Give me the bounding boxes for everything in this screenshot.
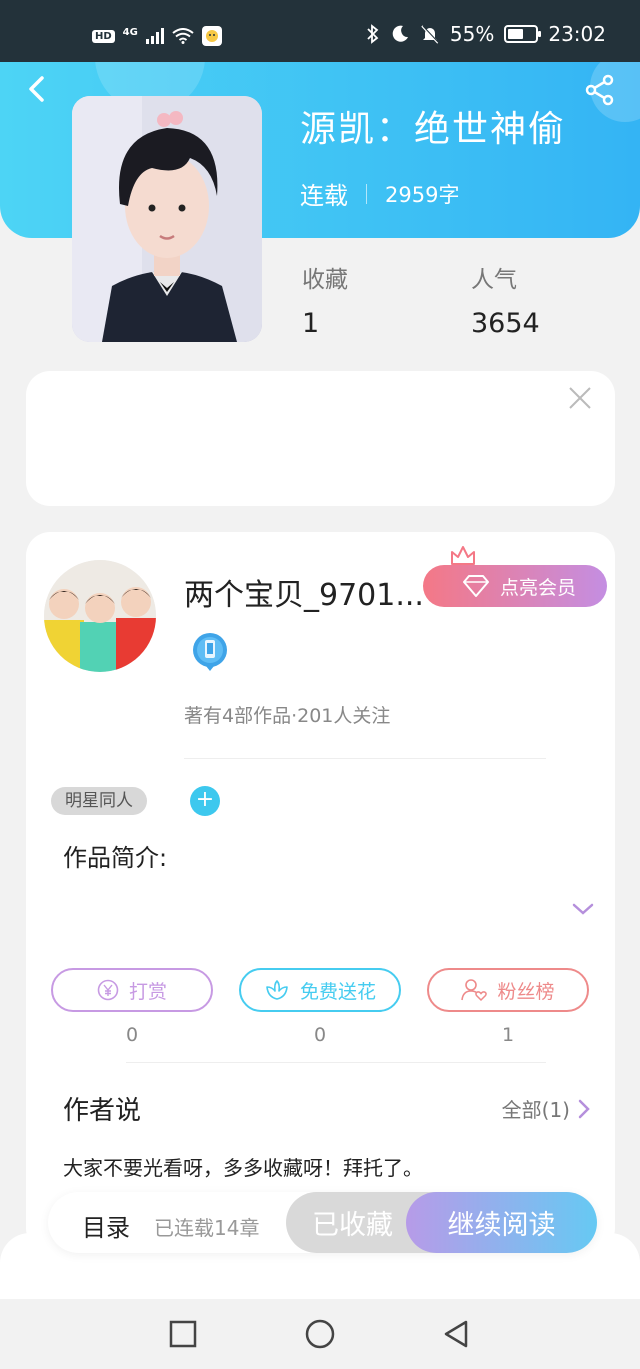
fan-ranking-button[interactable]: 粉丝榜	[427, 968, 589, 1012]
genre-tag[interactable]: 明星同人	[51, 787, 147, 815]
fan-ranking-label: 粉丝榜	[497, 980, 555, 1003]
avatar-illustration	[44, 560, 156, 672]
phone-badge-icon	[193, 633, 227, 671]
word-count: 2959字	[385, 182, 460, 207]
reward-button[interactable]: 打赏	[51, 968, 213, 1012]
flower-icon	[266, 980, 288, 1000]
mute-bell-icon	[421, 25, 440, 44]
cover-illustration	[72, 96, 262, 342]
app-notification-icon	[201, 26, 222, 46]
continue-reading-label: 继续阅读	[447, 1210, 556, 1241]
battery-fill	[508, 29, 523, 39]
ad-card	[26, 371, 615, 506]
network-label: 4G	[122, 26, 138, 38]
vip-button[interactable]: 点亮会员	[423, 565, 607, 607]
diamond-icon	[462, 575, 489, 597]
author-says-title: 作者说	[63, 1096, 142, 1126]
divider	[126, 1062, 546, 1063]
book-cover-image[interactable]	[72, 96, 262, 342]
battery-icon	[504, 25, 542, 43]
author-stats: 著有4部作品·201人关注	[184, 705, 391, 727]
favorites-label: 收藏	[302, 267, 348, 293]
chevron-down-icon[interactable]	[571, 900, 595, 918]
book-title: 源凯：绝世神偷	[300, 109, 567, 150]
favorites-stat: 收藏 1	[302, 260, 348, 339]
battery-percent: 55%	[449, 22, 495, 46]
toc-button[interactable]: 目录	[82, 1208, 130, 1243]
reward-count: 0	[125, 1024, 139, 1046]
send-flower-count: 0	[313, 1024, 327, 1046]
chevron-right-icon	[578, 1099, 590, 1118]
back-arrow-icon[interactable]	[20, 72, 54, 106]
favorites-value: 1	[302, 308, 320, 339]
system-nav-bar	[0, 1299, 640, 1369]
author-says-all-link[interactable]: 全部(1)	[502, 1094, 590, 1123]
divider	[184, 758, 546, 759]
status-bar: HD 4G 55% 23:02	[0, 0, 640, 62]
close-icon[interactable]	[567, 385, 593, 411]
popularity-stat: 人气 3654	[471, 260, 540, 339]
person-heart-icon	[461, 979, 488, 1002]
share-icon[interactable]	[584, 74, 616, 106]
reward-label: 打赏	[128, 980, 167, 1003]
status-right: 55% 23:02	[366, 22, 606, 46]
signal-icon	[145, 28, 164, 44]
back-triangle-icon[interactable]	[440, 1318, 472, 1350]
crown-icon	[451, 546, 475, 565]
recents-square-icon[interactable]	[167, 1318, 199, 1350]
intro-label: 作品简介:	[63, 844, 168, 872]
yen-coin-icon	[97, 979, 119, 1001]
all-label: 全部(1)	[501, 1098, 570, 1122]
status-left: HD 4G	[92, 26, 222, 46]
chapter-count: 已连载14章	[154, 1216, 260, 1240]
send-flower-label: 免费送花	[299, 980, 376, 1003]
popularity-label: 人气	[471, 267, 517, 293]
vip-label: 点亮会员	[499, 576, 576, 599]
book-status: 连载	[300, 182, 348, 210]
send-flower-button[interactable]: 免费送花	[239, 968, 401, 1012]
popularity-value: 3654	[471, 308, 540, 339]
add-tag-button[interactable]: +	[190, 786, 220, 816]
author-avatar[interactable]	[44, 560, 156, 672]
moon-icon	[392, 25, 408, 42]
meta-divider	[366, 183, 367, 204]
bluetooth-icon	[367, 24, 379, 44]
bottom-action-bar: 目录 已连载14章 已收藏 继续阅读	[48, 1192, 597, 1253]
details-card: 两个宝贝_9701... 点亮会员 著有4部作品·201人关注 明星同人 + 作…	[26, 532, 615, 1252]
author-name[interactable]: 两个宝贝_9701...	[184, 570, 424, 614]
home-circle-icon[interactable]	[304, 1318, 336, 1350]
continue-reading-button[interactable]: 继续阅读	[406, 1192, 597, 1253]
author-says-text: 大家不要光看呀，多多收藏呀！拜托了。	[63, 1156, 423, 1180]
wifi-icon	[172, 28, 194, 44]
fan-ranking-count: 1	[501, 1024, 515, 1046]
favorited-label: 已收藏	[312, 1210, 393, 1241]
hd-indicator: HD	[92, 29, 115, 43]
clock: 23:02	[548, 22, 606, 46]
book-meta: 连载 2959字	[300, 176, 459, 211]
